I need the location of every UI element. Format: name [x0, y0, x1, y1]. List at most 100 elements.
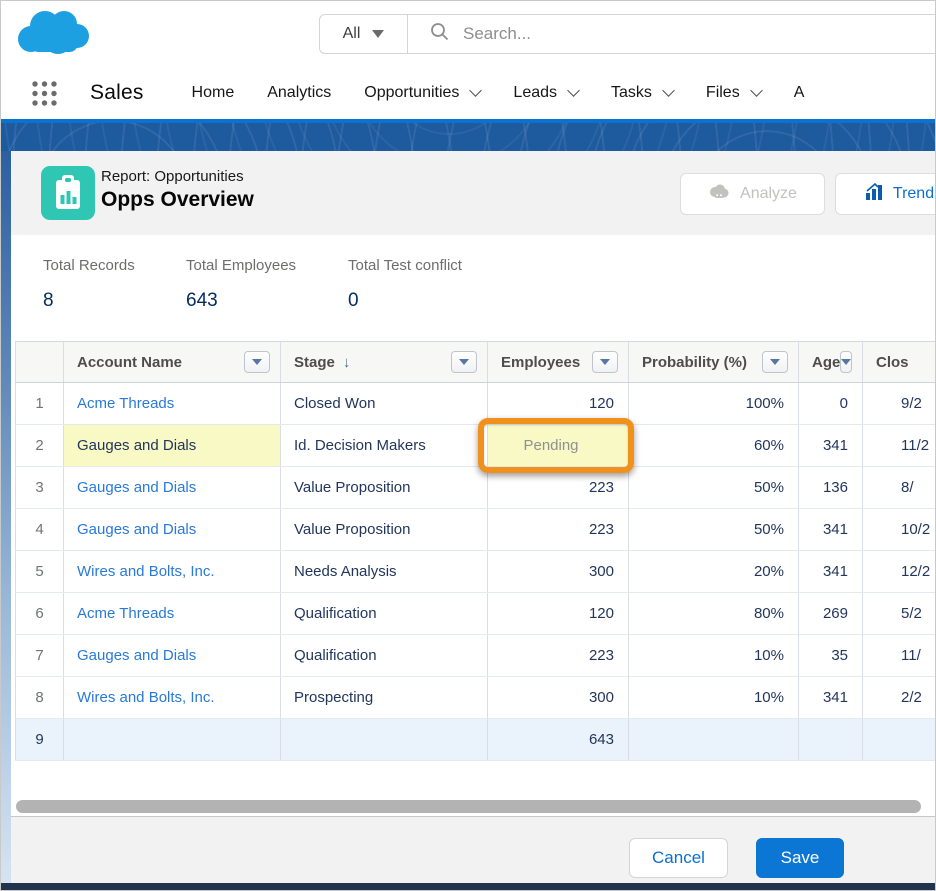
account-link[interactable]: Wires and Bolts, Inc.	[77, 689, 215, 706]
search-scope-dropdown[interactable]: All	[320, 15, 408, 53]
employees-total-cell: 643	[488, 719, 629, 760]
column-header-row-number	[15, 342, 64, 382]
account-name-cell[interactable]: Gauges and Dials	[64, 467, 281, 508]
account-name-cell[interactable]: Acme Threads	[64, 593, 281, 634]
nav-tab-label: Home	[192, 84, 235, 102]
column-header-clos[interactable]: Clos	[863, 342, 935, 382]
nav-tab-analytics[interactable]: Analytics	[267, 84, 331, 102]
global-search-box: All	[319, 14, 936, 54]
nav-tab-files[interactable]: Files	[706, 84, 761, 102]
probability-cell: 50%	[629, 467, 799, 508]
cancel-button[interactable]: Cancel	[629, 838, 728, 878]
column-header-label: Account Name	[77, 354, 182, 371]
summary-total: Total Test conflict0	[348, 257, 462, 312]
stage-cell: Closed Won	[281, 383, 488, 424]
app-window: All Sales HomeAnalyticsOpportuniti	[0, 0, 936, 891]
report-panel: Report: Opportunities Opps Overview Anal…	[11, 151, 935, 883]
row-number-cell: 3	[15, 467, 64, 508]
column-header-stage[interactable]: Stage↓	[281, 342, 488, 382]
account-link[interactable]: Wires and Bolts, Inc.	[77, 563, 215, 580]
account-name-cell	[64, 719, 281, 760]
account-link[interactable]: Gauges and Dials	[77, 479, 196, 496]
report-footer-bar: Cancel Save	[11, 816, 935, 883]
row-number-cell: 1	[15, 383, 64, 424]
chevron-down-icon	[470, 84, 483, 97]
summary-total-value: 0	[348, 290, 462, 312]
nav-tab-opportunities[interactable]: Opportunities	[364, 84, 480, 102]
age-cell: 341	[799, 677, 863, 718]
employees-cell: 223	[488, 635, 629, 676]
table-row: 7Gauges and DialsQualification22310%3511…	[15, 635, 935, 677]
chevron-down-icon	[567, 84, 580, 97]
account-name-cell[interactable]: Gauges and Dials	[64, 509, 281, 550]
column-menu-button[interactable]	[244, 351, 270, 373]
nav-tab-home[interactable]: Home	[192, 84, 235, 102]
chevron-down-icon	[662, 84, 675, 97]
nav-tab-a[interactable]: A	[794, 84, 805, 102]
employees-cell: 120	[488, 383, 629, 424]
account-name-cell: Gauges and Dials	[64, 425, 281, 466]
account-link[interactable]: Gauges and Dials	[77, 521, 196, 538]
caret-down-icon	[252, 359, 262, 365]
app-name-sales[interactable]: Sales	[90, 81, 144, 105]
analyze-button[interactable]: Analyze	[680, 173, 825, 215]
column-header-probability-[interactable]: Probability (%)	[629, 342, 799, 382]
column-header-label: Age	[812, 354, 840, 371]
table-row: 6Acme ThreadsQualification12080%2695/2	[15, 593, 935, 635]
horizontal-scrollbar[interactable]	[16, 800, 921, 813]
nav-tab-label: A	[794, 84, 805, 102]
account-link[interactable]: Acme Threads	[77, 605, 174, 622]
column-menu-button[interactable]	[762, 351, 788, 373]
column-header-account-name[interactable]: Account Name	[64, 342, 281, 382]
column-menu-button[interactable]	[840, 351, 852, 373]
account-link[interactable]: Acme Threads	[77, 395, 174, 412]
trend-button[interactable]: Trend	[835, 173, 935, 215]
trend-chart-icon	[866, 183, 883, 205]
nav-tab-label: Tasks	[611, 84, 652, 102]
table-row: 4Gauges and DialsValue Proposition22350%…	[15, 509, 935, 551]
account-name-cell[interactable]: Acme Threads	[64, 383, 281, 424]
caret-down-icon	[841, 359, 851, 365]
salesforce-cloud-logo	[14, 7, 94, 66]
probability-cell: 10%	[629, 635, 799, 676]
column-header-employees[interactable]: Employees	[488, 342, 629, 382]
theme-banner	[1, 119, 935, 151]
employees-cell: 300	[488, 677, 629, 718]
page-background-gutter	[1, 151, 11, 883]
report-type-label: Report: Opportunities	[101, 168, 254, 185]
account-name-cell[interactable]: Wires and Bolts, Inc.	[64, 551, 281, 592]
column-menu-button[interactable]	[451, 351, 477, 373]
table-row: 8Wires and Bolts, Inc.Prospecting30010%3…	[15, 677, 935, 719]
search-input[interactable]	[463, 24, 763, 44]
column-header-label: Clos	[876, 354, 909, 371]
probability-cell: 100%	[629, 383, 799, 424]
age-cell: 341	[799, 425, 863, 466]
account-link[interactable]: Gauges and Dials	[77, 647, 196, 664]
app-launcher-waffle-icon[interactable]	[31, 80, 58, 107]
close-date-cell: 2/2	[863, 677, 935, 718]
row-number-cell: 7	[15, 635, 64, 676]
trend-button-label: Trend	[893, 185, 934, 203]
summary-total: Total Records8	[43, 257, 135, 312]
probability-cell: 20%	[629, 551, 799, 592]
summary-total-value: 643	[186, 290, 296, 312]
nav-tab-tasks[interactable]: Tasks	[611, 84, 673, 102]
probability-cell	[629, 719, 799, 760]
row-number-cell: 9	[15, 719, 64, 760]
table-row: 5Wires and Bolts, Inc.Needs Analysis3002…	[15, 551, 935, 593]
row-number-cell: 4	[15, 509, 64, 550]
column-menu-button[interactable]	[592, 351, 618, 373]
stage-cell: Qualification	[281, 635, 488, 676]
employees-cell: 223	[488, 467, 629, 508]
app-navigation-bar: Sales Home Analytics Opportunities Leads Tas…	[1, 67, 935, 119]
search-icon	[430, 22, 449, 46]
account-name-cell[interactable]: Gauges and Dials	[64, 635, 281, 676]
close-date-cell	[863, 719, 935, 760]
column-header-age[interactable]: Age	[799, 342, 863, 382]
close-date-cell: 12/2	[863, 551, 935, 592]
account-name-cell[interactable]: Wires and Bolts, Inc.	[64, 677, 281, 718]
save-button[interactable]: Save	[756, 838, 844, 878]
nav-tab-leads[interactable]: Leads	[513, 84, 578, 102]
age-cell: 269	[799, 593, 863, 634]
nav-tab-label: Opportunities	[364, 84, 459, 102]
